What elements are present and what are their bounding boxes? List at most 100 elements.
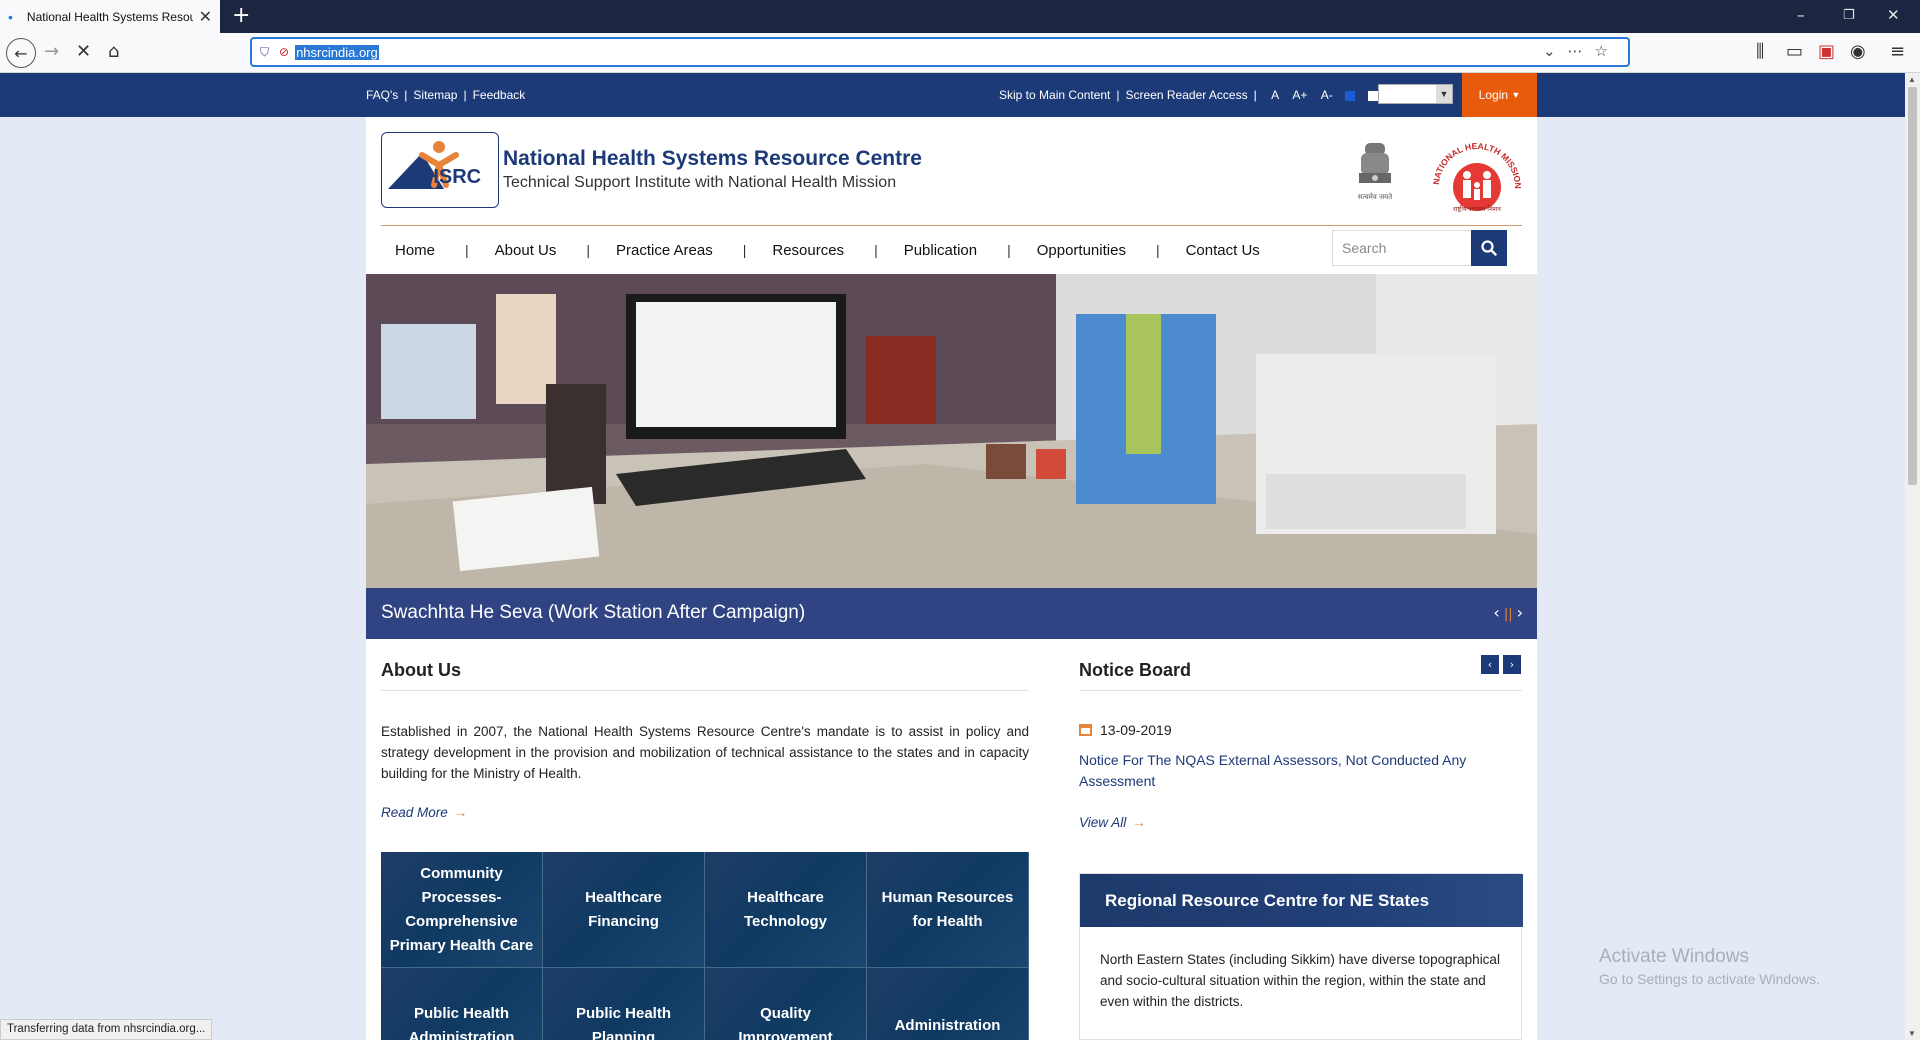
slider-prev-icon[interactable]: ‹ — [1493, 603, 1499, 622]
nav-label[interactable]: About Us — [495, 242, 557, 259]
home-icon[interactable]: ⌂ — [108, 41, 119, 62]
search-icon — [1481, 240, 1497, 256]
font-increase-button[interactable]: A+ — [1292, 88, 1307, 102]
login-button[interactable]: Login ▼ — [1462, 73, 1537, 117]
hero-slider[interactable]: Swachhta He Seva (Work Station After Cam… — [366, 274, 1537, 639]
tracking-shield-icon[interactable]: ⛉ — [260, 45, 269, 60]
address-bar[interactable]: ⛉ ⊘ nhsrcindia.org ⌄⋯☆ — [250, 37, 1630, 67]
restore-icon[interactable]: ❐ — [1843, 8, 1855, 23]
rrc-text: North Eastern States (including Sikkim) … — [1100, 952, 1500, 1009]
search-button[interactable] — [1471, 230, 1507, 266]
slider-next-icon[interactable]: › — [1517, 603, 1523, 622]
nav-label[interactable]: Opportunities — [1037, 242, 1126, 259]
nav-publication[interactable]: Publication | — [904, 242, 1037, 259]
rrc-card: Regional Resource Centre for NE States N… — [1079, 873, 1523, 1040]
stop-loading-icon[interactable]: ✕ — [76, 41, 91, 62]
practice-area-tile[interactable]: Human Resources for Health — [867, 852, 1029, 968]
hero-image — [366, 274, 1537, 588]
search-input[interactable]: Search — [1332, 230, 1472, 266]
nav-label[interactable]: Contact Us — [1186, 242, 1260, 259]
nav-home[interactable]: Home | — [395, 242, 495, 259]
watermark-line-1: Activate Windows — [1599, 946, 1749, 967]
theme-white-button[interactable] — [1368, 90, 1379, 101]
feedback-link[interactable]: Feedback — [473, 88, 526, 102]
notice-date-value: 13-09-2019 — [1100, 722, 1172, 738]
close-window-icon[interactable]: ✕ — [1887, 6, 1900, 24]
nav-label[interactable]: Home — [395, 242, 435, 259]
practice-area-tile[interactable]: Public Health Planning — [543, 968, 705, 1040]
notice-board-heading: Notice Board — [1079, 660, 1192, 680]
url-text[interactable]: nhsrcindia.org — [295, 44, 379, 60]
insecure-lock-icon[interactable]: ⊘ — [279, 45, 289, 59]
scroll-thumb[interactable] — [1908, 87, 1917, 485]
new-tab-button[interactable]: + — [232, 3, 250, 28]
slider-pause-icon[interactable]: || — [1504, 607, 1513, 622]
notice-prev-button[interactable]: ‹ — [1481, 655, 1499, 674]
menu-icon[interactable]: ≡ — [1890, 41, 1905, 62]
screen-reader-link[interactable]: Screen Reader Access — [1126, 88, 1248, 102]
practice-area-tile[interactable]: Healthcare Financing — [543, 852, 705, 968]
browser-tab[interactable]: • National Health Systems Resou ✕ — [0, 0, 220, 33]
notice-link[interactable]: Notice For The NQAS External Assessors, … — [1079, 750, 1479, 792]
sitemap-link[interactable]: Sitemap — [413, 88, 457, 102]
notice-date: 13-09-2019 — [1079, 722, 1172, 738]
tab-loading-icon: • — [8, 8, 13, 25]
forward-button[interactable]: → — [44, 41, 59, 62]
page-scrollbar[interactable]: ▲ ▼ — [1905, 73, 1920, 1040]
nav-about-us[interactable]: About Us | — [495, 242, 616, 259]
org-subtitle: Technical Support Institute with Nationa… — [503, 174, 897, 191]
org-title: National Health Systems Resource Centre — [503, 147, 922, 170]
browser-tab-strip: • National Health Systems Resou ✕ + – ❐ … — [0, 0, 1920, 33]
logo-text: NHSRC — [410, 166, 481, 188]
back-button[interactable]: ← — [6, 38, 36, 68]
view-all-link[interactable]: View All → — [1079, 815, 1146, 830]
notice-board-divider — [1079, 690, 1522, 691]
practice-area-tile[interactable]: Public Health Administration — [381, 968, 543, 1040]
skip-to-main-link[interactable]: Skip to Main Content — [999, 88, 1110, 102]
hero-caption[interactable]: Swachhta He Seva (Work Station After Cam… — [381, 602, 805, 624]
extension-icon[interactable]: ▣ — [1818, 41, 1835, 62]
nav-label[interactable]: Resources — [772, 242, 844, 259]
scroll-down-icon[interactable]: ▼ — [1908, 1029, 1916, 1038]
arrow-right-icon: → — [453, 805, 468, 820]
browser-toolbar: ← → ✕ ⌂ ⛉ ⊘ nhsrcindia.org ⌄⋯☆ ⫼ ▭ ▣ ◉ ≡ — [0, 33, 1920, 73]
practice-area-tile[interactable]: Community Processes- Comprehensive Prima… — [381, 852, 543, 968]
nhsrc-logo[interactable]: NHSRC — [381, 132, 499, 208]
font-decrease-button[interactable]: A- — [1321, 88, 1333, 102]
calendar-icon — [1079, 724, 1092, 736]
faq-link[interactable]: FAQ's — [366, 88, 398, 102]
rrc-title[interactable]: Regional Resource Centre for NE States — [1105, 891, 1429, 911]
nav-opportunities[interactable]: Opportunities | — [1037, 242, 1186, 259]
url-actions[interactable]: ⌄⋯☆ — [1543, 42, 1620, 60]
read-more-link[interactable]: Read More → — [381, 805, 467, 820]
practice-area-tile[interactable]: Healthcare Technology — [705, 852, 867, 968]
tab-close-icon[interactable]: ✕ — [199, 7, 212, 27]
nav-label[interactable]: Practice Areas — [616, 242, 713, 259]
site-top-strip: FAQ's | Sitemap | Feedback Skip to Main Cont… — [0, 73, 1905, 117]
account-icon[interactable]: ◉ — [1850, 41, 1866, 62]
tab-title: National Health Systems Resou — [26, 9, 193, 24]
nav-label[interactable]: Publication — [904, 242, 977, 259]
view-all-label: View All — [1079, 815, 1127, 830]
scroll-up-icon[interactable]: ▲ — [1908, 75, 1916, 84]
font-normal-button[interactable]: A — [1271, 88, 1279, 102]
activation-watermark: Activate Windows Go to Settings to activ… — [1599, 946, 1820, 987]
login-chevron-icon: ▼ — [1511, 90, 1521, 100]
notice-next-button[interactable]: › — [1503, 655, 1521, 674]
minimize-icon[interactable]: – — [1797, 6, 1805, 24]
language-value: English — [1383, 86, 1426, 101]
nav-resources[interactable]: Resources | — [772, 242, 903, 259]
sidebar-icon[interactable]: ▭ — [1786, 41, 1803, 62]
hero-caption-bar: Swachhta He Seva (Work Station After Cam… — [366, 588, 1537, 639]
library-icon[interactable]: ⫼ — [1756, 41, 1764, 62]
language-select[interactable]: English ▼ — [1378, 84, 1453, 104]
practice-area-tile[interactable]: Quality Improvement — [705, 968, 867, 1040]
practice-area-tile[interactable]: Administration — [867, 968, 1029, 1040]
theme-blue-button[interactable] — [1345, 90, 1356, 101]
nav-contact-us[interactable]: Contact Us — [1186, 242, 1260, 259]
nav-practice-areas[interactable]: Practice Areas | — [616, 242, 772, 259]
nhm-logo: NATIONAL HEALTH MISSION राष्ट्रीय स्वास्… — [1431, 141, 1523, 213]
chevron-down-icon: ▼ — [1436, 85, 1452, 103]
rrc-header[interactable]: Regional Resource Centre for NE States — [1080, 874, 1523, 927]
main-navigation: Home | About Us | Practice Areas | Resource… — [381, 225, 1522, 273]
